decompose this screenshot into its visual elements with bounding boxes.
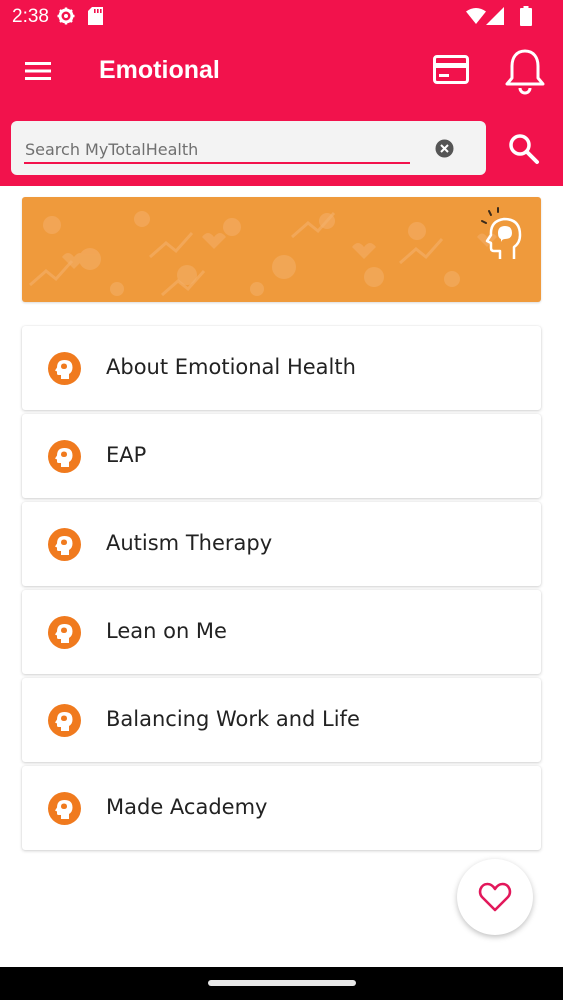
list-item[interactable]: EAP	[22, 414, 541, 498]
navigation-bar	[0, 967, 563, 1000]
menu-button[interactable]	[24, 59, 52, 83]
list-item-label: Lean on Me	[106, 619, 227, 643]
card-icon	[433, 55, 469, 84]
search-box	[11, 121, 486, 175]
list-item-label: Autism Therapy	[106, 531, 273, 555]
search-button[interactable]	[508, 133, 540, 170]
home-gesture-handle[interactable]	[208, 980, 356, 986]
brain-head-icon	[48, 352, 81, 385]
status-bar: 2:38	[0, 0, 563, 33]
notifications-button[interactable]	[503, 47, 547, 102]
list-item-label: About Emotional Health	[106, 355, 356, 379]
brain-head-icon	[48, 528, 81, 561]
status-time: 2:38	[12, 6, 49, 27]
list-item[interactable]: About Emotional Health	[22, 326, 541, 410]
brain-head-icon	[48, 440, 81, 473]
page-title: Emotional	[99, 56, 220, 84]
search-bar	[0, 109, 563, 186]
app-bar: Emotional	[0, 33, 563, 109]
signal-icon	[486, 7, 504, 25]
brain-head-icon	[48, 616, 81, 649]
list-item[interactable]: Autism Therapy	[22, 502, 541, 586]
search-icon	[509, 134, 539, 164]
battery-icon	[520, 6, 532, 26]
head-brain-icon	[481, 207, 522, 259]
list-item[interactable]: Balancing Work and Life	[22, 678, 541, 762]
list-item-label: Made Academy	[106, 795, 268, 819]
list-item-label: EAP	[106, 443, 147, 467]
topic-list: About Emotional Health EAP Autism Therap…	[22, 326, 541, 854]
clear-search-button[interactable]	[435, 139, 454, 163]
settings-icon	[57, 7, 75, 25]
wifi-icon	[466, 8, 486, 24]
favorite-button[interactable]	[457, 859, 533, 935]
emotional-banner	[22, 197, 541, 302]
list-item[interactable]: Lean on Me	[22, 590, 541, 674]
sd-card-icon	[88, 7, 103, 25]
bell-icon	[505, 49, 545, 95]
menu-icon	[25, 62, 51, 80]
list-item-label: Balancing Work and Life	[106, 707, 360, 731]
banner-pattern	[29, 211, 497, 297]
card-button[interactable]	[432, 53, 470, 92]
list-item[interactable]: Made Academy	[22, 766, 541, 850]
search-underline	[24, 162, 410, 164]
brain-head-icon	[48, 704, 81, 737]
heart-icon	[478, 882, 512, 912]
brain-head-icon	[48, 792, 81, 825]
clear-icon	[435, 139, 454, 158]
search-input[interactable]	[25, 135, 399, 163]
